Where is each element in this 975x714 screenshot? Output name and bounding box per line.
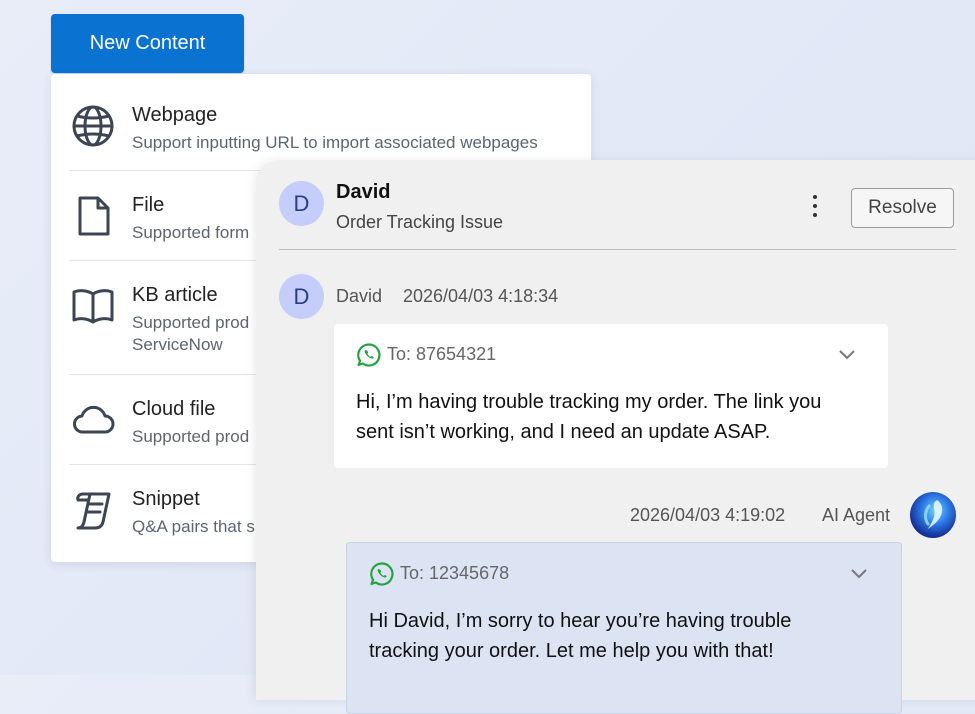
chevron-down-icon[interactable] <box>850 567 868 579</box>
menu-item-title: Webpage <box>132 104 218 126</box>
message-timestamp: 2026/04/03 4:18:34 <box>403 286 559 306</box>
recipient-label: To: 87654321 <box>387 344 497 364</box>
contact-avatar: D <box>279 181 324 226</box>
menu-item-webpage[interactable]: Webpage Support inputting URL to import … <box>69 104 579 164</box>
message-line: Hi David, I’m sorry to hear you’re havin… <box>369 610 792 632</box>
ai-agent-avatar <box>910 492 956 538</box>
menu-item-title: File <box>132 194 165 216</box>
contact-name: David <box>336 181 391 203</box>
message-timestamp: 2026/04/03 4:19:02 <box>630 505 786 525</box>
menu-item-desc: Q&A pairs that s <box>132 517 255 536</box>
menu-item-desc: Support inputting URL to import associat… <box>132 133 538 152</box>
book-icon <box>69 282 117 330</box>
scroll-icon <box>69 486 117 534</box>
message-line: Hi, I’m having trouble tracking my order… <box>356 391 822 413</box>
sender-avatar: D <box>279 274 324 319</box>
conversation-panel: D David Order Tracking Issue Resolve D D… <box>256 160 975 714</box>
header-divider <box>279 249 956 250</box>
globe-icon <box>69 102 117 150</box>
conversation-subject: Order Tracking Issue <box>336 212 504 232</box>
cloud-icon <box>69 396 117 444</box>
message-text: Hi, I’m having trouble tracking my order… <box>356 387 821 447</box>
message-sender: AI Agent <box>822 505 891 525</box>
menu-item-title: Cloud file <box>132 398 216 420</box>
whatsapp-icon <box>369 561 395 587</box>
whatsapp-icon <box>356 342 382 368</box>
message-sender: David <box>336 286 383 306</box>
menu-item-title: Snippet <box>132 488 200 510</box>
file-icon <box>69 192 117 240</box>
recipient-label: To: 12345678 <box>400 563 510 583</box>
menu-item-desc-line2: ServiceNow <box>132 335 223 354</box>
menu-item-title: KB article <box>132 284 218 306</box>
message-bubble-incoming: To: 87654321 Hi, I’m having trouble trac… <box>334 324 888 468</box>
chevron-down-icon[interactable] <box>838 348 856 360</box>
message-line: tracking your order. Let me help you wit… <box>369 640 774 662</box>
message-bubble-outgoing: To: 12345678 Hi David, I’m sorry to hear… <box>346 542 902 714</box>
new-content-button[interactable]: New Content <box>51 14 244 73</box>
menu-item-desc: Supported prod <box>132 427 250 446</box>
resolve-button[interactable]: Resolve <box>851 188 954 228</box>
message-line: sent isn’t working, and I need an update… <box>356 421 771 443</box>
menu-item-desc: Supported prod <box>132 313 250 332</box>
message-text: Hi David, I’m sorry to hear you’re havin… <box>369 606 791 666</box>
more-vertical-icon[interactable] <box>805 192 825 224</box>
menu-item-desc: Supported form <box>132 223 250 242</box>
